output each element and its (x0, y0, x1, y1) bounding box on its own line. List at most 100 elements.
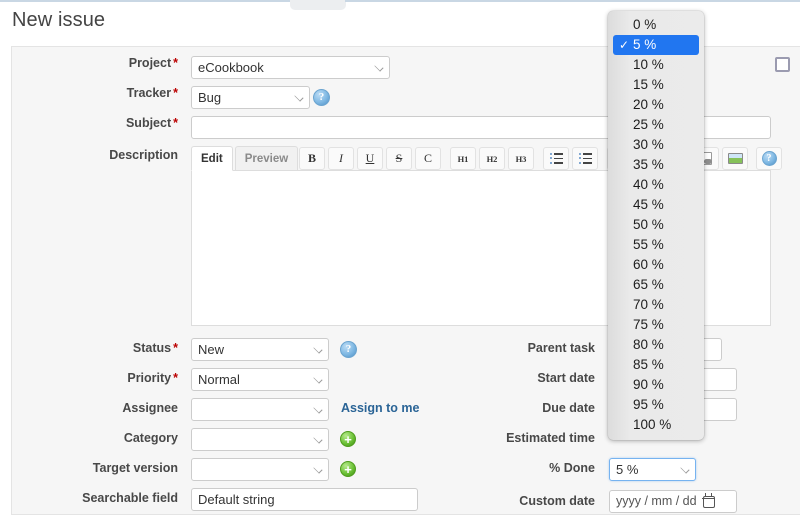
project-label: Project* (12, 56, 185, 70)
editor-help-icon[interactable]: ? (756, 147, 782, 170)
dropdown-option-label: 10 % (633, 57, 664, 72)
dropdown-option[interactable]: 10 % (608, 55, 704, 75)
dropdown-option[interactable]: 35 % (608, 155, 704, 175)
private-issue-checkbox[interactable] (775, 57, 790, 72)
assignee-label: Assignee (12, 401, 185, 415)
dropdown-option-label: 0 % (633, 17, 656, 32)
percent-done-select[interactable]: 5 % (609, 458, 696, 481)
category-select[interactable] (191, 428, 329, 451)
dropdown-option[interactable]: 75 % (608, 315, 704, 335)
chevron-down-icon (313, 404, 322, 413)
target-version-label: Target version (12, 461, 185, 475)
percent-done-dropdown-menu[interactable]: 0 % ✓5 % 10 % 15 % 20 % 25 %30 % 35 % 40 % 45 % 5… (608, 11, 704, 440)
priority-value: Normal (198, 372, 240, 387)
bold-icon[interactable]: B (299, 147, 325, 170)
dropdown-option[interactable]: 15 % (608, 75, 704, 95)
project-select[interactable]: eCookbook (191, 56, 390, 79)
tracker-row: Tracker* (12, 86, 192, 100)
browser-top-strip-left (0, 0, 290, 2)
unordered-list-icon[interactable] (543, 147, 569, 170)
dropdown-option-label: 75 % (633, 317, 664, 332)
dropdown-option[interactable]: 45 % (608, 195, 704, 215)
add-category-icon[interactable]: + (340, 431, 356, 447)
tab-preview[interactable]: Preview (235, 146, 298, 171)
tracker-value: Bug (198, 90, 221, 105)
dropdown-option-label: 60 % (633, 257, 664, 272)
dropdown-option-label: 45 % (633, 197, 664, 212)
dropdown-option[interactable]: 20 % (608, 95, 704, 115)
check-icon: ✓ (619, 35, 629, 55)
dropdown-option[interactable]: 0 % (608, 15, 704, 35)
dropdown-option[interactable]: 65 % (608, 275, 704, 295)
chevron-down-icon (294, 92, 303, 101)
percent-done-label: % Done (430, 461, 602, 475)
chevron-down-icon (313, 464, 322, 473)
dropdown-option-label: 20 % (633, 97, 664, 112)
required-marker: * (173, 341, 178, 355)
tracker-label: Tracker* (12, 86, 185, 100)
code-icon[interactable]: C (415, 147, 441, 170)
dropdown-option-label: 40 % (633, 177, 664, 192)
parent-task-label: Parent task (430, 341, 602, 355)
custom-date-input[interactable]: yyyy / mm / dd (609, 490, 737, 513)
assign-to-me-link[interactable]: Assign to me (341, 401, 420, 415)
dropdown-option-label: 35 % (633, 157, 664, 172)
dropdown-option-label: 85 % (633, 357, 664, 372)
insert-image-icon[interactable] (722, 147, 748, 170)
subject-label: Subject* (12, 116, 185, 130)
description-editor-tabs: Edit Preview (191, 146, 298, 171)
heading-1-icon[interactable]: H1 (450, 147, 476, 170)
dropdown-option[interactable]: 50 % (608, 215, 704, 235)
dropdown-option-label: 50 % (633, 217, 664, 232)
status-help-icon[interactable]: ? (340, 341, 357, 358)
percent-done-value: 5 % (616, 462, 638, 477)
calendar-icon[interactable] (703, 496, 715, 508)
dropdown-option[interactable]: 90 % (608, 375, 704, 395)
dropdown-option[interactable]: ✓5 % (613, 35, 699, 55)
priority-select[interactable]: Normal (191, 368, 329, 391)
dropdown-option[interactable]: 25 % (608, 115, 704, 135)
due-date-label: Due date (430, 401, 602, 415)
dropdown-option[interactable]: 60 % (608, 255, 704, 275)
status-select[interactable]: New (191, 338, 329, 361)
dropdown-option-label: 100 % (633, 417, 671, 432)
browser-tab-stub[interactable] (290, 0, 346, 10)
dropdown-option-label: 65 % (633, 277, 664, 292)
searchable-field-input[interactable]: Default string (191, 488, 418, 511)
chevron-down-icon (313, 374, 322, 383)
dropdown-option-label: 55 % (633, 237, 664, 252)
dropdown-option[interactable]: 100 % (608, 415, 704, 435)
searchable-field-label: Searchable field (12, 491, 185, 505)
dropdown-option[interactable]: 70 % (608, 295, 704, 315)
dropdown-option-label: 90 % (633, 377, 664, 392)
ordered-list-icon[interactable] (572, 147, 598, 170)
heading-3-icon[interactable]: H3 (508, 147, 534, 170)
strikethrough-icon[interactable]: S (386, 147, 412, 170)
dropdown-option[interactable]: 55 % (608, 235, 704, 255)
required-marker: * (173, 86, 178, 100)
dropdown-option[interactable]: 30 % (608, 135, 704, 155)
browser-top-strip-right (345, 0, 800, 2)
tracker-help-icon[interactable]: ? (313, 89, 330, 106)
priority-label: Priority* (12, 371, 185, 385)
heading-2-icon[interactable]: H2 (479, 147, 505, 170)
required-marker: * (173, 56, 178, 70)
dropdown-option[interactable]: 85 % (608, 355, 704, 375)
dropdown-option[interactable]: 40 % (608, 175, 704, 195)
start-date-label: Start date (430, 371, 602, 385)
add-target-version-icon[interactable]: + (340, 461, 356, 477)
tab-edit[interactable]: Edit (191, 146, 233, 171)
project-value: eCookbook (198, 60, 264, 75)
italic-icon[interactable]: I (328, 147, 354, 170)
dropdown-option-label: 80 % (633, 337, 664, 352)
description-row: Description (12, 148, 192, 162)
underline-icon[interactable]: U (357, 147, 383, 170)
dropdown-option[interactable]: 80 % (608, 335, 704, 355)
app-screen: New issue Project* eCookbook Tracker* Bu… (0, 0, 800, 515)
target-version-select[interactable] (191, 458, 329, 481)
assignee-select[interactable] (191, 398, 329, 421)
project-row: Project* (12, 56, 192, 70)
dropdown-option[interactable]: 95 % (608, 395, 704, 415)
description-label: Description (12, 148, 185, 162)
tracker-select[interactable]: Bug (191, 86, 310, 109)
